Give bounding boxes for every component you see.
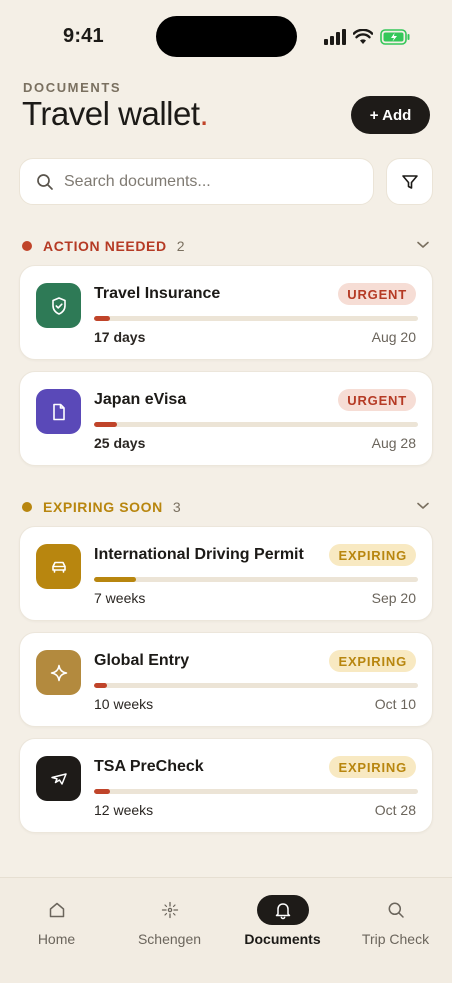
chevron-down-icon[interactable] — [416, 501, 430, 511]
progress-fill — [94, 683, 107, 688]
document-card[interactable]: TSA PreCheck EXPIRING 12 weeks Oct 28 — [19, 738, 433, 833]
document-card[interactable]: Global Entry EXPIRING 10 weeks Oct 10 — [19, 632, 433, 727]
document-name: Global Entry — [94, 652, 190, 669]
section-label: ACTION NEEDED — [43, 238, 167, 254]
sparkle-icon — [36, 650, 81, 695]
section-count: 2 — [176, 238, 185, 254]
page-eyebrow: DOCUMENTS — [23, 80, 122, 95]
document-name: TSA PreCheck — [94, 758, 204, 775]
battery-icon — [380, 29, 410, 45]
status-icons — [324, 27, 410, 47]
section-count: 3 — [172, 499, 181, 515]
filter-icon — [401, 174, 418, 189]
progress-fill — [94, 789, 111, 794]
add-document-button[interactable]: + Add — [351, 96, 430, 134]
progress-track — [94, 683, 418, 688]
section-label: EXPIRING SOON — [43, 499, 163, 515]
expiry-date: Aug 28 — [371, 435, 416, 451]
status-bar: 9:41 — [0, 0, 452, 72]
progress-track — [94, 577, 418, 582]
section-dot — [22, 241, 32, 251]
bell-icon — [256, 895, 309, 925]
expiry-date: Oct 28 — [374, 802, 416, 818]
document-icon — [36, 389, 81, 434]
tab-bar: Home Schengen Documents Trip Check — [0, 877, 452, 983]
search-bar[interactable] — [19, 158, 374, 205]
progress-fill — [94, 422, 117, 427]
section-header-expiring-soon[interactable]: EXPIRING SOON 3 — [22, 495, 432, 519]
status-badge: URGENT — [338, 283, 416, 305]
expiry-date: Oct 10 — [374, 696, 416, 712]
status-badge: EXPIRING — [329, 650, 416, 672]
time-remaining: 12 weeks — [94, 802, 154, 818]
stars-icon — [144, 895, 196, 925]
search-input[interactable] — [64, 172, 344, 191]
signal-icon — [324, 29, 346, 45]
tab-trip-check[interactable]: Trip Check — [339, 895, 452, 955]
expiry-date: Sep 20 — [371, 590, 416, 606]
progress-fill — [94, 577, 137, 582]
progress-track — [94, 422, 418, 427]
expiry-date: Aug 20 — [371, 329, 416, 345]
filter-button[interactable] — [386, 158, 433, 205]
tab-schengen[interactable]: Schengen — [113, 895, 226, 955]
plane-icon — [36, 756, 81, 801]
page-title-text: Travel wallet — [22, 95, 200, 132]
section-dot — [22, 502, 32, 512]
screen: 9:41 DOCUMENTS Travel wallet. + Add Sear… — [0, 0, 452, 983]
document-card[interactable]: Travel Insurance URGENT 17 days Aug 20 — [19, 265, 433, 360]
chevron-down-icon[interactable] — [416, 240, 430, 250]
progress-track — [94, 316, 418, 321]
search-icon — [37, 173, 53, 190]
document-card[interactable]: International Driving Permit EXPIRING 7 … — [19, 526, 433, 621]
progress-track — [94, 789, 418, 794]
document-name: International Driving Permit — [94, 546, 304, 563]
dynamic-island — [156, 16, 297, 57]
document-card[interactable]: Japan eVisa URGENT 25 days Aug 28 — [19, 371, 433, 466]
status-badge: URGENT — [338, 389, 416, 411]
document-name: Travel Insurance — [94, 285, 221, 302]
home-icon — [31, 895, 83, 925]
search-icon — [370, 895, 422, 925]
tab-home[interactable]: Home — [0, 895, 113, 955]
document-name: Japan eVisa — [94, 391, 187, 408]
car-icon — [36, 544, 81, 589]
time-remaining: 10 weeks — [94, 696, 154, 712]
wifi-icon — [353, 29, 373, 44]
shield-icon — [36, 283, 81, 328]
tab-label: Home — [37, 931, 76, 947]
status-time: 9:41 — [63, 25, 104, 47]
time-remaining: 17 days — [94, 329, 146, 345]
page-title: Travel wallet. — [22, 95, 209, 133]
page-title-dot: . — [199, 95, 209, 132]
status-badge: EXPIRING — [329, 756, 416, 778]
status-badge: EXPIRING — [329, 544, 416, 566]
tab-label: Schengen — [137, 931, 202, 947]
tab-label: Documents — [244, 931, 321, 947]
tab-label: Trip Check — [361, 931, 430, 947]
section-header-action-needed[interactable]: ACTION NEEDED 2 — [22, 234, 432, 258]
progress-fill — [94, 316, 111, 321]
time-remaining: 25 days — [94, 435, 146, 451]
time-remaining: 7 weeks — [94, 590, 146, 606]
tab-documents[interactable]: Documents — [226, 895, 339, 955]
